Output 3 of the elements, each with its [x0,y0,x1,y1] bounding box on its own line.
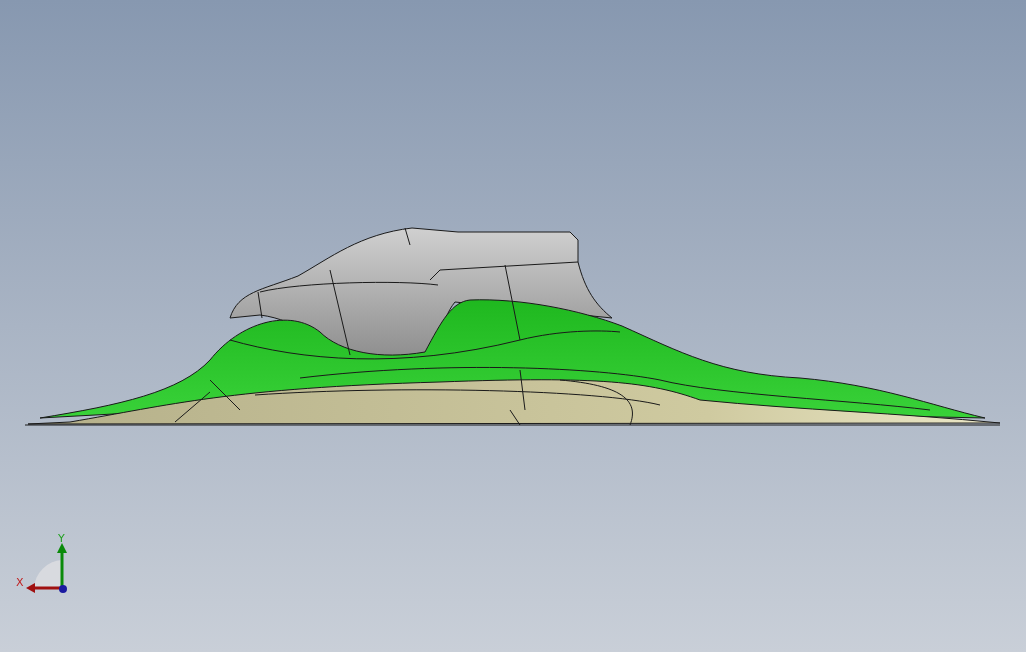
y-axis-label: Y [58,533,65,544]
x-axis-label: X [16,577,24,588]
axis-triad-icon [26,543,67,593]
